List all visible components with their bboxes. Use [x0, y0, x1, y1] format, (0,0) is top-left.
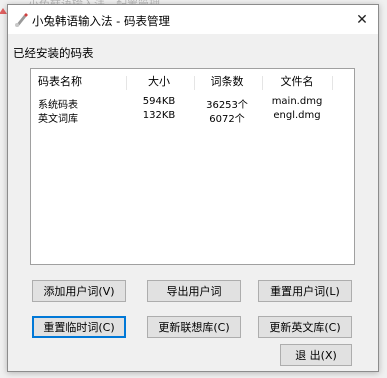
- dialog-title: 小兔韩语输入法 - 码表管理: [32, 14, 170, 28]
- cell-filename: main.dmg: [271, 96, 323, 107]
- cell-name: 英文词库: [38, 114, 78, 125]
- exit-button[interactable]: 退 出(X): [280, 344, 352, 366]
- reset-temp-words-button[interactable]: 重置临时词(C): [32, 316, 126, 338]
- cell-size: 132KB: [142, 110, 176, 121]
- dialog-titlebar: 小兔韩语输入法 - 码表管理 ✕: [8, 5, 378, 34]
- update-english-library-button[interactable]: 更新英文库(C): [258, 316, 352, 338]
- close-button[interactable]: ✕: [346, 5, 378, 34]
- table-row[interactable]: 英文词库 132KB 6072个 engl.dmg: [31, 110, 354, 125]
- close-icon: ✕: [356, 11, 368, 28]
- rabbit-app-icon: [15, 13, 28, 27]
- installed-tables-list[interactable]: 码表名称 大小 词条数 文件名 系统码表 594KB 36253个 main.d…: [30, 68, 355, 265]
- column-header-name[interactable]: 码表名称: [38, 73, 82, 89]
- cell-count: 6072个: [209, 114, 245, 125]
- column-divider: [126, 76, 127, 90]
- update-association-library-button[interactable]: 更新联想库(C): [147, 316, 241, 338]
- column-header-size[interactable]: 大小: [128, 73, 190, 89]
- table-row[interactable]: 系统码表 594KB 36253个 main.dmg: [31, 96, 354, 111]
- column-header-filename[interactable]: 文件名: [264, 73, 330, 89]
- cell-size: 594KB: [142, 96, 176, 107]
- column-divider: [194, 76, 195, 90]
- cell-filename: engl.dmg: [273, 110, 321, 121]
- reset-user-words-button[interactable]: 重置用户词(L): [258, 280, 352, 302]
- code-table-dialog: 小兔韩语输入法 - 码表管理 ✕ 已经安装的码表 码表名称 大小 词条数 文件名…: [7, 4, 379, 372]
- cell-count: 36253个: [206, 100, 248, 111]
- cell-name: 系统码表: [38, 100, 78, 111]
- column-divider: [262, 76, 263, 90]
- add-user-words-button[interactable]: 添加用户词(V): [32, 280, 126, 302]
- column-divider: [332, 76, 333, 90]
- installed-tables-label: 已经安装的码表: [13, 46, 94, 60]
- export-user-words-button[interactable]: 导出用户词: [147, 280, 241, 302]
- column-header-count[interactable]: 词条数: [196, 73, 258, 89]
- list-header: 码表名称 大小 词条数 文件名: [31, 73, 354, 90]
